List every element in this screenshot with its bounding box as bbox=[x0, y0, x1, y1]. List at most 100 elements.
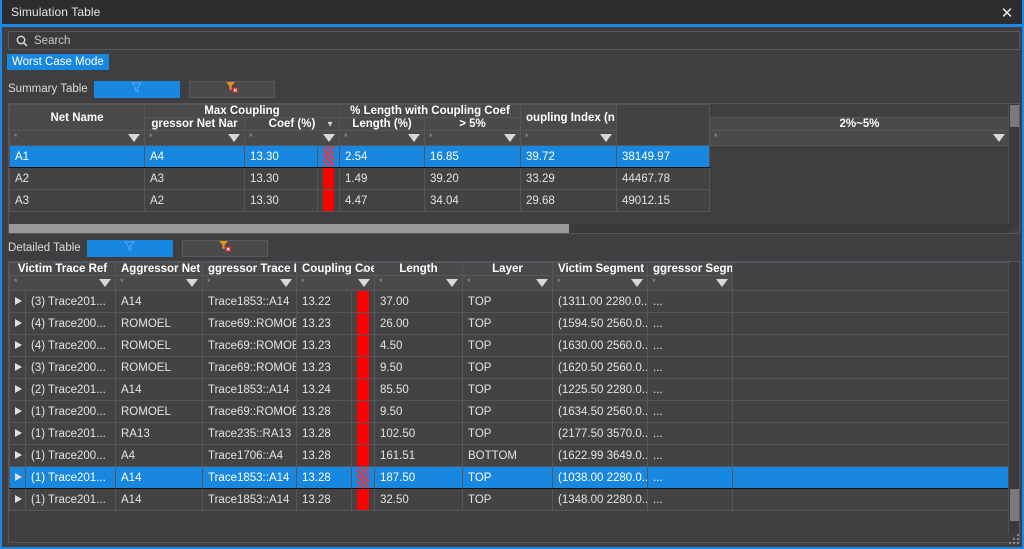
chevron-right-icon[interactable] bbox=[15, 451, 22, 460]
chevron-right-icon[interactable] bbox=[15, 473, 22, 482]
detailed-filter-length[interactable]: * bbox=[374, 275, 463, 291]
table-row[interactable]: (1) Trace201... A14 Trace1853::A14 13.28 32.… bbox=[9, 488, 1011, 511]
summary-filter-2to5[interactable]: * bbox=[520, 130, 618, 146]
chevron-right-icon[interactable] bbox=[15, 495, 22, 504]
detailed-filter-coupling-coef[interactable]: * bbox=[296, 275, 375, 291]
summary-table-toolbar: Summary Table bbox=[8, 80, 275, 98]
summary-col-net-name[interactable]: Net Name bbox=[9, 104, 145, 131]
summary-filter-coupling-index[interactable]: * bbox=[709, 130, 1011, 146]
detailed-vertical-scrollbar[interactable] bbox=[1008, 262, 1019, 534]
table-row[interactable]: A2 A3 13.30 1.49 39.20 33.29 44467.78 bbox=[9, 167, 1010, 190]
detailed-filter-layer[interactable]: * bbox=[462, 275, 553, 291]
chevron-right-icon[interactable] bbox=[15, 363, 22, 372]
detailed-col-layer[interactable]: Layer bbox=[462, 262, 553, 276]
summary-filter-length-pct[interactable]: * bbox=[339, 130, 425, 146]
summary-col-coupling-index[interactable]: oupling Index (n bbox=[520, 104, 618, 131]
detailed-col-aggressor-segment[interactable]: ggressor Segmen bbox=[647, 262, 733, 276]
summary-col-coef[interactable]: Coef (%) ▼ bbox=[244, 117, 340, 131]
detailed-col-victim-segment[interactable]: Victim Segment bbox=[552, 262, 648, 276]
chevron-right-icon[interactable] bbox=[15, 429, 22, 438]
table-row[interactable]: (2) Trace201... A14 Trace1853::A14 13.24 85.… bbox=[9, 378, 1011, 401]
row-expander[interactable] bbox=[9, 290, 26, 313]
summary-filter-gt5[interactable]: * bbox=[423, 130, 522, 146]
summary-filter-coef[interactable]: * bbox=[244, 130, 340, 146]
detailed-filter-victim-trace-ref[interactable]: * bbox=[9, 275, 116, 291]
detailed-filter-aggressor-trace-ref[interactable]: * bbox=[202, 275, 297, 291]
summary-table-grid: Net Name Max Coupling % Length with Coup… bbox=[9, 104, 1011, 212]
chevron-right-icon[interactable] bbox=[15, 407, 22, 416]
chevron-down-icon[interactable] bbox=[358, 279, 370, 287]
scrollbar-thumb[interactable] bbox=[1010, 105, 1019, 127]
chevron-down-icon[interactable] bbox=[536, 279, 548, 287]
table-row[interactable]: (4) Trace200... ROMOEL Trace69::ROMOEL 13.2… bbox=[9, 312, 1011, 335]
cell-victim-trace-ref: (1) Trace200... bbox=[25, 400, 116, 423]
detailed-col-aggressor-trace-ref[interactable]: ggressor Trace R bbox=[202, 262, 297, 276]
scrollbar-thumb[interactable] bbox=[1010, 489, 1019, 521]
table-row[interactable]: (4) Trace200... ROMOEL Trace69::ROMOEL 13.2… bbox=[9, 334, 1011, 357]
chevron-down-icon[interactable] bbox=[408, 134, 420, 142]
summary-col-gt5[interactable]: > 5% bbox=[423, 117, 522, 131]
detailed-clear-filter-button[interactable] bbox=[181, 239, 268, 257]
chevron-down-icon[interactable] bbox=[993, 134, 1006, 142]
chevron-down-icon[interactable] bbox=[716, 279, 728, 287]
detailed-filter-aggressor-segment[interactable]: * bbox=[647, 275, 733, 291]
detailed-apply-filter-button[interactable] bbox=[86, 239, 173, 257]
table-row[interactable]: A3 A2 13.30 4.47 34.04 29.68 49012.15 bbox=[9, 189, 1010, 212]
chevron-right-icon[interactable] bbox=[15, 297, 22, 306]
row-expander[interactable] bbox=[9, 422, 26, 445]
row-expander[interactable] bbox=[9, 356, 26, 379]
detailed-filter-aggressor-net[interactable]: * bbox=[115, 275, 203, 291]
close-icon[interactable]: ✕ bbox=[994, 2, 1020, 24]
chevron-right-icon[interactable] bbox=[15, 385, 22, 394]
cell-coupling-coef: 13.28 bbox=[296, 444, 352, 467]
detailed-col-coupling-coef[interactable]: Coupling Coe ▲ bbox=[296, 262, 375, 276]
table-row[interactable]: (3) Trace201... A14 Trace1853::A14 13.22 37.… bbox=[9, 290, 1011, 313]
row-expander[interactable] bbox=[9, 334, 26, 357]
summary-apply-filter-button[interactable] bbox=[93, 80, 180, 98]
chevron-down-icon[interactable] bbox=[504, 134, 517, 142]
detailed-filter-victim-segment[interactable]: * bbox=[552, 275, 648, 291]
summary-col-aggressor-net-name[interactable]: gressor Net Nar bbox=[144, 117, 245, 131]
chevron-down-icon[interactable] bbox=[446, 279, 458, 287]
table-row[interactable]: (1) Trace201... A14 Trace1853::A14 13.28 187… bbox=[9, 466, 1011, 489]
cell-length: 187.50 bbox=[374, 466, 463, 489]
worst-case-mode-badge[interactable]: Worst Case Mode bbox=[7, 54, 109, 70]
summary-col-2to5[interactable]: 2%~5% bbox=[709, 117, 1011, 131]
summary-col-length-pct[interactable]: Length (%) bbox=[339, 117, 425, 131]
detailed-col-victim-trace-ref[interactable]: Victim Trace Ref bbox=[9, 262, 116, 276]
summary-vertical-scrollbar[interactable] bbox=[1008, 104, 1019, 227]
chevron-down-icon[interactable] bbox=[99, 279, 111, 287]
chevron-right-icon[interactable] bbox=[15, 319, 22, 328]
scrollbar-thumb[interactable] bbox=[9, 224, 569, 233]
chevron-down-icon[interactable] bbox=[186, 279, 198, 287]
table-row[interactable]: (3) Trace200... ROMOEL Trace69::ROMOEL 13.2… bbox=[9, 356, 1011, 379]
row-expander[interactable] bbox=[9, 444, 26, 467]
cell-aggressor-net: A14 bbox=[115, 378, 203, 401]
table-row[interactable]: (1) Trace201... RA13 Trace235::RA13 13.28 10… bbox=[9, 422, 1011, 445]
table-row[interactable]: (1) Trace200... ROMOEL Trace69::ROMOEL 13.2… bbox=[9, 400, 1011, 423]
chevron-down-icon[interactable] bbox=[128, 134, 140, 142]
chevron-down-icon[interactable] bbox=[323, 134, 335, 142]
row-expander[interactable] bbox=[9, 378, 26, 401]
search-input[interactable]: Search bbox=[8, 31, 1020, 50]
row-expander[interactable] bbox=[9, 400, 26, 423]
chevron-down-icon[interactable] bbox=[228, 134, 240, 142]
chevron-right-icon[interactable] bbox=[15, 341, 22, 350]
summary-filter-aggressor-net[interactable]: * bbox=[144, 130, 245, 146]
detailed-col-aggressor-net[interactable]: Aggressor Net bbox=[115, 262, 203, 276]
summary-filter-net-name[interactable]: * bbox=[9, 130, 145, 146]
table-row[interactable]: (1) Trace200... A4 Trace1706::A4 13.28 161.5… bbox=[9, 444, 1011, 467]
cell-victim-trace-ref: (1) Trace201... bbox=[25, 422, 116, 445]
chevron-down-icon[interactable] bbox=[600, 134, 613, 142]
detailed-col-length[interactable]: Length bbox=[374, 262, 463, 276]
row-expander[interactable] bbox=[9, 488, 26, 511]
chevron-down-icon[interactable] bbox=[631, 279, 643, 287]
summary-horizontal-scrollbar[interactable] bbox=[9, 224, 1010, 233]
chevron-down-icon[interactable] bbox=[280, 279, 292, 287]
detailed-column-header-row: Victim Trace Ref Aggressor Net ggressor … bbox=[9, 262, 1011, 291]
table-row[interactable]: A1 A4 13.30 2.54 16.85 39.72 38149.97 bbox=[9, 145, 1010, 168]
summary-clear-filter-button[interactable] bbox=[188, 80, 275, 98]
row-expander[interactable] bbox=[9, 466, 26, 489]
resize-grip[interactable] bbox=[1008, 533, 1019, 544]
row-expander[interactable] bbox=[9, 312, 26, 335]
